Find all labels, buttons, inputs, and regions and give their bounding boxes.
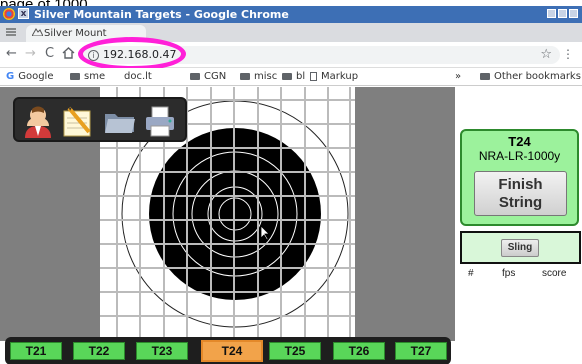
address-bar[interactable]: i 192.168.0.47 [82, 46, 560, 64]
tab-silver-mountain[interactable]: Silver Mount [26, 25, 146, 42]
bookmark-cgn[interactable]: CGN [190, 71, 226, 82]
target-button-t26[interactable]: T26 [333, 342, 385, 360]
bookmark-doc[interactable]: doc.lt [124, 71, 152, 82]
info-icon[interactable]: i [88, 50, 99, 61]
window-titlebar: x Silver Mountain Targets - Google Chrom… [0, 6, 582, 23]
menu-icon[interactable]: ⋮ [562, 47, 574, 61]
target-selector-bar: T21 T22 T23 T24 T25 T26 T27 [5, 337, 451, 364]
window-title: Silver Mountain Targets - Google Chrome [34, 8, 289, 21]
tab-search-icon[interactable] [5, 26, 17, 41]
target-button-t24[interactable]: T24 [201, 340, 263, 362]
score-header: score [542, 268, 567, 279]
bookmarks-bar: G Google sme doc.lt CGN misc bl Markup » … [0, 68, 582, 86]
target-view[interactable] [0, 87, 455, 341]
target-button-t23[interactable]: T23 [136, 342, 188, 360]
course-label: NRA-LR-1000y [478, 149, 561, 163]
reload-icon[interactable]: C [45, 46, 54, 61]
target-button-t27[interactable]: T27 [395, 342, 447, 360]
folder-icon [282, 72, 292, 80]
window-close-icon[interactable]: x [18, 8, 29, 19]
notepad-icon[interactable] [61, 104, 95, 138]
page-content: T24 NRA-LR-1000y Finish String Sling # f… [0, 87, 582, 364]
finish-string-button[interactable]: Finish String [474, 171, 567, 216]
user-icon[interactable] [21, 104, 55, 138]
folder-icon[interactable] [103, 104, 137, 138]
sling-panel: Sling [460, 231, 581, 264]
target-name: T24 [508, 134, 531, 149]
minimize-icon[interactable] [547, 9, 556, 18]
tab-strip: Silver Mount [0, 23, 582, 42]
back-icon[interactable]: ← [6, 46, 17, 61]
home-icon[interactable] [62, 46, 75, 63]
screen: page of 1000 x Silver Mountain Targets -… [0, 0, 582, 364]
bookmark-sme[interactable]: sme [70, 71, 105, 82]
other-bookmarks[interactable]: Other bookmarks [480, 71, 581, 82]
maximize-icon[interactable] [558, 9, 567, 18]
target-button-t22[interactable]: T22 [73, 342, 125, 360]
browser-toolbar: ← → C i 192.168.0.47 ☆ ⋮ [0, 42, 582, 68]
bookmark-misc[interactable]: misc [240, 71, 277, 82]
tab-label: Silver Mount [44, 28, 107, 39]
folder-icon [70, 72, 80, 80]
target-info-panel: T24 NRA-LR-1000y Finish String [460, 129, 579, 226]
close-icon[interactable] [569, 9, 578, 18]
folder-icon [480, 72, 490, 80]
target-button-t21[interactable]: T21 [10, 342, 62, 360]
page-icon [310, 71, 317, 81]
bookmark-markup[interactable]: Markup [310, 71, 358, 82]
target-button-t25[interactable]: T25 [269, 342, 321, 360]
chrome-icon [3, 8, 15, 20]
bookmarks-overflow[interactable]: » [455, 71, 461, 82]
folder-icon [190, 72, 200, 80]
bookmark-star-icon[interactable]: ☆ [540, 47, 552, 62]
sling-button[interactable]: Sling [501, 239, 539, 257]
shot-number-header: # [468, 268, 474, 279]
window-controls [547, 9, 578, 18]
google-icon: G [6, 71, 15, 82]
bookmark-bl[interactable]: bl [282, 71, 305, 82]
printer-icon[interactable] [143, 104, 177, 138]
bookmark-google[interactable]: G Google [6, 71, 53, 82]
url-text: 192.168.0.47 [103, 48, 177, 61]
tool-panel [13, 97, 187, 142]
mountain-icon [31, 27, 44, 39]
forward-icon[interactable]: → [25, 46, 36, 61]
folder-icon [240, 72, 250, 80]
fps-header: fps [502, 268, 516, 279]
